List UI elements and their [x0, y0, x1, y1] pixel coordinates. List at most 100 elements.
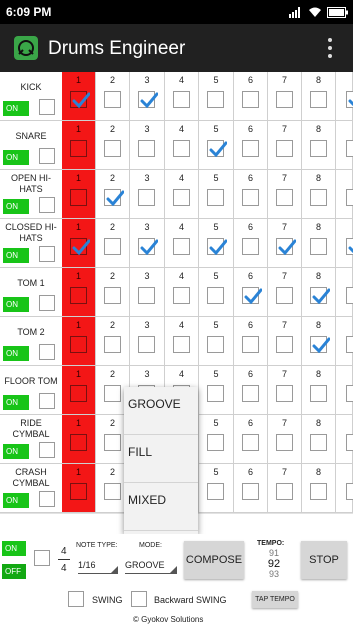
step-checkbox[interactable] — [310, 336, 330, 353]
track-solo-checkbox[interactable] — [39, 197, 55, 213]
step-cell[interactable]: 1 — [62, 366, 96, 415]
step-checkbox[interactable] — [310, 483, 327, 500]
step-checkbox[interactable] — [138, 91, 158, 108]
step-checkbox[interactable] — [207, 483, 224, 500]
step-cell[interactable]: 5 — [199, 366, 234, 415]
step-cell[interactable]: 5 — [199, 170, 234, 219]
step-cell[interactable]: 1 — [62, 268, 96, 317]
global-checkbox[interactable] — [34, 550, 50, 566]
track-on-button[interactable]: ON — [3, 346, 29, 361]
step-checkbox[interactable] — [104, 287, 121, 304]
step-checkbox[interactable] — [207, 140, 227, 157]
step-checkbox[interactable] — [104, 434, 121, 451]
step-cell[interactable]: 7 — [268, 268, 302, 317]
note-type-spinner[interactable]: 1/16 — [78, 556, 118, 574]
step-checkbox[interactable] — [173, 336, 190, 353]
step-cell[interactable]: 3 — [130, 121, 165, 170]
tempo-picker[interactable]: 91 92 93 — [264, 549, 284, 581]
step-checkbox[interactable] — [138, 336, 155, 353]
step-checkbox[interactable] — [242, 385, 259, 402]
track-solo-checkbox[interactable] — [39, 246, 55, 262]
step-checkbox[interactable] — [173, 91, 190, 108]
step-cell[interactable]: 4 — [165, 219, 199, 268]
step-cell[interactable]: 4 — [165, 121, 199, 170]
step-cell[interactable]: 7 — [268, 464, 302, 513]
step-cell[interactable]: 2 — [96, 317, 130, 366]
track-on-button[interactable]: ON — [3, 248, 29, 263]
step-cell[interactable]: 1 — [62, 72, 96, 121]
track-on-button[interactable]: ON — [3, 395, 29, 410]
step-checkbox[interactable] — [310, 238, 327, 255]
step-cell[interactable]: 1 — [62, 170, 96, 219]
track-on-button[interactable]: ON — [3, 101, 29, 116]
step-cell[interactable]: 4 — [165, 72, 199, 121]
step-cell[interactable]: 5 — [199, 268, 234, 317]
step-cell[interactable] — [336, 317, 353, 366]
step-cell[interactable]: 7 — [268, 415, 302, 464]
step-checkbox[interactable] — [242, 336, 259, 353]
step-checkbox[interactable] — [207, 91, 224, 108]
track-solo-checkbox[interactable] — [39, 442, 55, 458]
overflow-menu-icon[interactable] — [327, 38, 333, 58]
step-checkbox[interactable] — [346, 189, 353, 206]
step-cell[interactable]: 4 — [165, 317, 199, 366]
step-checkbox[interactable] — [207, 336, 224, 353]
step-checkbox[interactable] — [276, 336, 293, 353]
step-cell[interactable]: 7 — [268, 317, 302, 366]
time-signature-bottom[interactable]: 4 — [61, 563, 67, 574]
step-checkbox[interactable] — [242, 483, 259, 500]
step-cell[interactable]: 6 — [234, 317, 268, 366]
step-checkbox[interactable] — [104, 483, 121, 500]
step-cell[interactable]: 2 — [96, 170, 130, 219]
step-cell[interactable]: 5 — [199, 317, 234, 366]
step-cell[interactable]: 2 — [96, 72, 130, 121]
step-checkbox[interactable] — [346, 336, 353, 353]
global-off-button[interactable]: OFF — [2, 564, 26, 579]
step-checkbox[interactable] — [276, 483, 293, 500]
step-checkbox[interactable] — [242, 287, 262, 304]
step-checkbox[interactable] — [138, 189, 155, 206]
step-checkbox[interactable] — [346, 140, 353, 157]
step-cell[interactable] — [336, 464, 353, 513]
step-checkbox[interactable] — [173, 238, 190, 255]
step-cell[interactable]: 2 — [96, 268, 130, 317]
step-checkbox[interactable] — [104, 91, 121, 108]
step-checkbox[interactable] — [70, 287, 87, 304]
step-checkbox[interactable] — [242, 91, 259, 108]
track-solo-checkbox[interactable] — [39, 99, 55, 115]
step-checkbox[interactable] — [138, 238, 158, 255]
step-checkbox[interactable] — [242, 189, 259, 206]
step-checkbox[interactable] — [70, 434, 87, 451]
step-cell[interactable]: 3 — [130, 317, 165, 366]
step-cell[interactable]: 7 — [268, 170, 302, 219]
step-cell[interactable]: 6 — [234, 366, 268, 415]
swing-checkbox[interactable] — [68, 591, 84, 607]
step-cell[interactable]: 6 — [234, 121, 268, 170]
step-checkbox[interactable] — [173, 287, 190, 304]
compose-button[interactable]: COMPOSE — [184, 541, 244, 579]
step-checkbox[interactable] — [346, 287, 353, 304]
time-signature-top[interactable]: 4 — [61, 546, 67, 557]
step-checkbox[interactable] — [138, 287, 155, 304]
step-cell[interactable]: 1 — [62, 464, 96, 513]
step-cell[interactable]: 7 — [268, 219, 302, 268]
step-checkbox[interactable] — [104, 336, 121, 353]
track-solo-checkbox[interactable] — [39, 148, 55, 164]
step-cell[interactable]: 7 — [268, 121, 302, 170]
step-checkbox[interactable] — [138, 140, 155, 157]
step-checkbox[interactable] — [346, 434, 353, 451]
step-cell[interactable]: 5 — [199, 121, 234, 170]
step-checkbox[interactable] — [276, 238, 296, 255]
step-checkbox[interactable] — [70, 91, 90, 108]
step-checkbox[interactable] — [207, 189, 224, 206]
step-cell[interactable]: 6 — [234, 170, 268, 219]
tap-tempo-button[interactable]: TAP TEMPO — [252, 591, 298, 608]
step-cell[interactable] — [336, 170, 353, 219]
global-on-button[interactable]: ON — [2, 541, 26, 556]
step-checkbox[interactable] — [310, 140, 327, 157]
step-cell[interactable]: 2 — [96, 219, 130, 268]
step-cell[interactable]: 6 — [234, 268, 268, 317]
step-cell[interactable]: 6 — [234, 72, 268, 121]
step-checkbox[interactable] — [276, 189, 293, 206]
step-cell[interactable] — [336, 415, 353, 464]
